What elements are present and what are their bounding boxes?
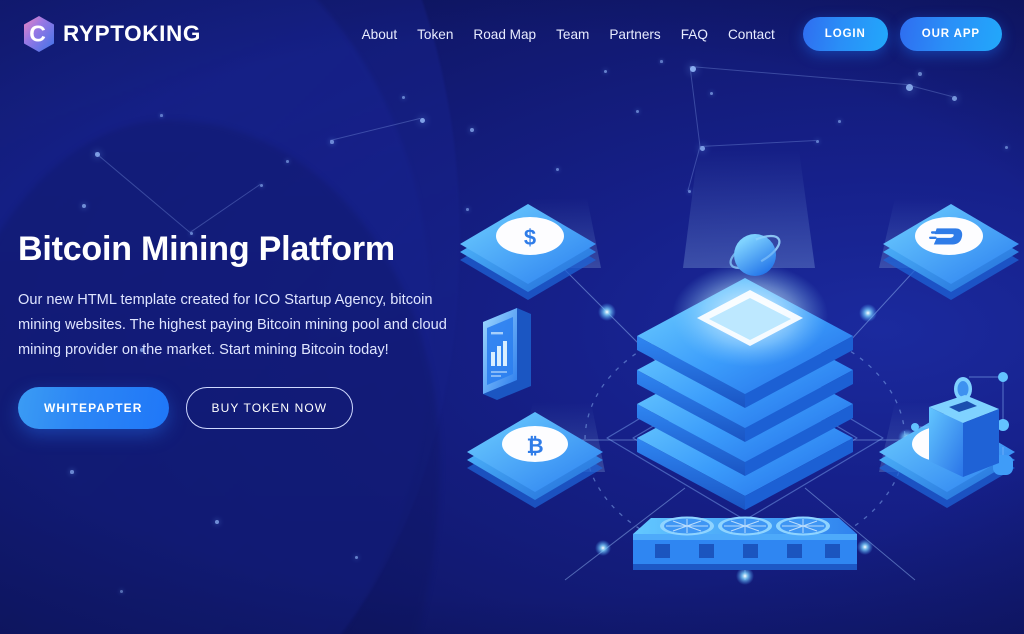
buy-token-now-button[interactable]: BUY TOKEN NOW — [185, 387, 354, 430]
nav-item-about[interactable]: About — [352, 19, 408, 50]
hero-cta-group: WHITEPAPTER BUY TOKEN NOW — [18, 387, 470, 430]
whitepaper-button[interactable]: WHITEPAPTER — [18, 387, 169, 430]
nav-item-contact[interactable]: Contact — [718, 19, 785, 50]
blockchain-mining-illustration: $ ₿ — [455, 150, 1024, 590]
our-app-button[interactable]: OUR APP — [899, 17, 1002, 51]
svg-text:₿: ₿ — [526, 435, 543, 458]
hexagon-c-logo-icon: C — [22, 15, 56, 53]
main-navigation: About Token Road Map Team Partners FAQ Contact — [352, 19, 785, 50]
brand-logo[interactable]: C RYPTOKING — [22, 15, 201, 53]
site-header: C RYPTOKING About Token Road Map Team Partne… — [0, 0, 1024, 68]
hero-section: Bitcoin Mining Platform Our new HTML tem… — [18, 230, 470, 430]
nav-item-faq[interactable]: FAQ — [671, 19, 718, 50]
hero-description: Our new HTML template created for ICO St… — [18, 292, 447, 359]
page-title: Bitcoin Mining Platform — [18, 230, 395, 268]
nav-item-partners[interactable]: Partners — [599, 19, 670, 50]
header-actions: LOGIN OUR APP — [802, 17, 1002, 51]
nav-item-token[interactable]: Token — [407, 19, 463, 50]
svg-text:$: $ — [524, 225, 536, 250]
brand-name: RYPTOKING — [63, 21, 201, 46]
nav-item-road-map[interactable]: Road Map — [463, 19, 546, 50]
svg-text:C: C — [29, 21, 46, 47]
login-button[interactable]: LOGIN — [802, 17, 888, 51]
nav-item-team[interactable]: Team — [546, 19, 599, 50]
